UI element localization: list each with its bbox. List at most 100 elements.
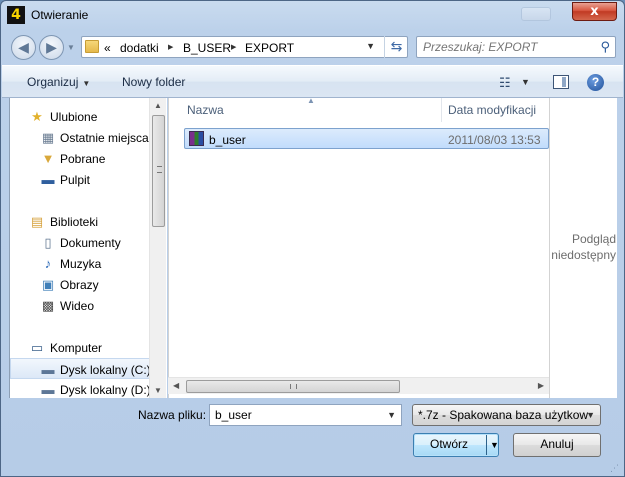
cancel-button[interactable]: Anuluj [513,433,601,457]
refresh-button[interactable]: ⇆ [384,36,408,58]
filename-combobox[interactable]: ▼ [209,404,402,426]
folder-icon [85,40,99,53]
desktop-icon: ▬ [41,172,55,187]
nav-item-disk-d[interactable]: ▬ Dysk lokalny (D:) [10,379,151,398]
split-divider [486,435,487,455]
file-date: 2011/08/03 13:53 [448,133,541,147]
nav-item-documents[interactable]: ▯ Dokumenty [10,232,150,253]
nav-item-label: Pulpit [60,173,91,187]
forward-arrow-icon: ▶ [46,39,57,55]
recent-places-icon: ▦ [41,130,55,145]
file-list-scrollbar[interactable]: ◀ ▶ [168,377,549,394]
search-input[interactable] [423,40,593,54]
views-dropdown-icon[interactable]: ▼ [521,77,530,87]
nav-item-label: Ulubione [50,110,98,124]
nav-item-label: Komputer [50,341,103,355]
grip-icon [290,384,297,389]
nav-item-favorites[interactable]: ★ Ulubione [10,106,150,127]
chevron-down-icon: ▼ [82,79,91,88]
documents-icon: ▯ [44,235,52,250]
window-title: Otwieranie [31,8,89,22]
chevron-down-icon: ▼ [586,410,595,420]
scroll-down-icon[interactable]: ▼ [154,386,162,395]
breadcrumb-item[interactable]: dodatki [120,41,159,55]
title-bar[interactable]: 4 Otwieranie x [1,1,624,29]
file-name: b_user [209,133,246,147]
nav-item-video[interactable]: ▩ Wideo [10,295,150,316]
nav-item-disk-c[interactable]: ▬ Dysk lokalny (C:) [10,358,151,379]
nav-item-label: Dysk lokalny (D:) [60,383,151,397]
filename-input[interactable] [215,408,375,422]
nav-item-label: Ostatnie miejsca [60,131,149,145]
filetype-select[interactable]: *.7z - Spakowana baza użytkow ▼ [412,404,601,426]
organize-label: Organizuj [27,75,79,89]
back-button[interactable]: ◀ [11,35,36,60]
resize-grip-icon[interactable]: ⋰ [610,463,620,473]
preview-line-2: niedostępny [551,248,616,262]
column-header-date[interactable]: Data modyfikacji [448,103,536,117]
close-icon: x [590,4,599,19]
nav-item-libraries[interactable]: ▤ Biblioteki [10,211,150,232]
nav-item-label: Biblioteki [50,215,99,229]
scroll-left-icon[interactable]: ◀ [173,381,179,390]
file-row[interactable]: b_user 2011/08/03 13:53 [184,128,549,149]
column-header-name[interactable]: Nazwa [187,103,224,117]
new-folder-button[interactable]: Nowy folder [122,75,185,89]
breadcrumb-item[interactable]: EXPORT [245,41,294,55]
breadcrumb-item[interactable]: B_USER [183,41,231,55]
nav-item-label: Obrazy [60,278,99,292]
file-list: Nazwa ▲ Data modyfikacji b_user 2011/08/… [168,96,550,398]
nav-item-label: Wideo [60,299,95,313]
search-box[interactable]: ⚲ [416,36,616,58]
column-divider[interactable] [441,98,442,122]
open-button[interactable]: Otwórz ▼ [413,433,499,457]
open-button-label[interactable]: Otwórz [414,434,484,456]
scrollbar-thumb[interactable] [152,115,165,227]
nav-item-desktop[interactable]: ▬ Pulpit [10,169,150,190]
nav-item-pictures[interactable]: ▣ Obrazy [10,274,150,295]
open-options-chevron-icon[interactable]: ▼ [490,434,499,456]
navigation-scrollbar[interactable]: ▲ ▼ [149,98,166,398]
refresh-icon: ⇆ [390,38,403,54]
recent-locations-dropdown[interactable]: ▼ [67,43,76,52]
preview-line-1: Podgląd [571,232,616,246]
nav-item-recent-places[interactable]: ▦ Ostatnie miejsca [10,127,150,148]
preview-unavailable-text: Podgląd niedostępny [550,231,616,263]
open-file-dialog: 4 Otwieranie x ◀ ▶ ▼ « dodatki ▶ B_USER … [0,0,625,477]
change-view-icon[interactable]: ☷ [499,75,511,91]
sort-ascending-icon: ▲ [307,96,315,105]
local-disk-icon: ▬ [41,362,55,377]
forward-button[interactable]: ▶ [39,35,64,60]
downloads-icon: ▼ [41,151,55,166]
libraries-icon: ▤ [30,214,44,229]
scroll-right-icon[interactable]: ▶ [538,381,544,390]
minimize-button [521,7,551,21]
app-icon: 4 [7,6,25,24]
address-dropdown-icon[interactable]: ▼ [366,41,375,51]
back-arrow-icon: ◀ [18,39,29,55]
breadcrumb-overflow[interactable]: « [104,41,111,55]
scrollbar-thumb[interactable] [186,380,400,393]
address-bar[interactable]: « dodatki ▶ B_USER ▶ EXPORT ▼ [81,36,408,58]
nav-item-downloads[interactable]: ▼ Pobrane [10,148,150,169]
organize-button[interactable]: Organizuj ▼ [27,75,90,89]
help-icon[interactable]: ? [587,74,604,91]
breadcrumb-chevron-icon[interactable]: ▶ [231,43,236,51]
nav-item-label: Dysk lokalny (C:) [60,363,151,377]
navigation-pane: ★ Ulubione ▦ Ostatnie miejsca ▼ Pobrane … [9,98,167,398]
star-icon: ★ [31,109,43,124]
breadcrumb-chevron-icon[interactable]: ▶ [168,43,173,51]
preview-pane-icon[interactable] [553,75,569,89]
scroll-up-icon[interactable]: ▲ [154,101,162,110]
pictures-icon: ▣ [41,277,55,292]
preview-pane: Podgląd niedostępny [549,98,617,398]
chevron-down-icon[interactable]: ▼ [387,410,396,420]
nav-item-computer[interactable]: ▭ Komputer [10,337,150,358]
local-disk-icon: ▬ [41,382,55,397]
video-icon: ▩ [41,298,55,313]
nav-item-music[interactable]: ♪ Muzyka [10,253,150,274]
search-icon[interactable]: ⚲ [600,39,610,55]
close-button[interactable]: x [572,2,617,21]
column-header-row: Nazwa ▲ Data modyfikacji [169,96,550,122]
music-icon: ♪ [44,256,52,271]
